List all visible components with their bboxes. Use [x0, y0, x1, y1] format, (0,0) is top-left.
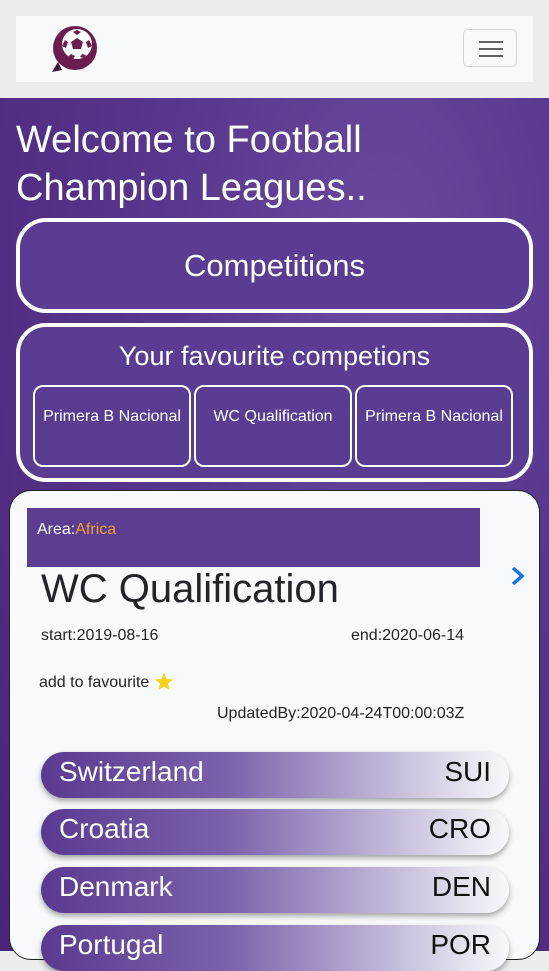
favourites-panel: Your favourite competions Primera B Naci… — [16, 323, 533, 482]
welcome-heading: Welcome to Football Champion Leagues.. — [16, 119, 367, 209]
start-date: start:2019-08-16 — [41, 627, 159, 644]
favourite-item[interactable]: Primera B Nacional — [355, 385, 513, 467]
hamburger-menu-icon — [479, 41, 503, 43]
team-name: Croatia — [59, 813, 150, 844]
football-logo-icon[interactable] — [48, 24, 98, 74]
star-icon[interactable] — [154, 672, 174, 692]
area-bar: Area:Africa — [27, 508, 480, 567]
team-code: CRO — [428, 813, 491, 844]
team-code: DEN — [431, 871, 491, 902]
competitions-button[interactable]: Competitions — [16, 218, 533, 313]
end-date: end:2020-06-14 — [351, 627, 464, 644]
area-label: Area: — [37, 521, 76, 538]
favourites-title: Your favourite competions — [118, 341, 431, 371]
chevron-right-icon[interactable] — [508, 565, 528, 587]
competition-title: WC Qualification — [41, 567, 339, 611]
team-row[interactable]: Denmark DEN — [41, 867, 509, 913]
team-code: SUI — [444, 756, 491, 787]
team-row[interactable]: Portugal POR — [41, 925, 509, 971]
team-name: Portugal — [59, 929, 164, 960]
favourite-item[interactable]: WC Qualification — [194, 385, 352, 467]
team-name: Denmark — [59, 871, 173, 902]
team-name: Switzerland — [59, 756, 204, 787]
team-row[interactable]: Switzerland SUI — [41, 752, 509, 798]
add-to-favourite-link[interactable]: add to favourite — [39, 674, 149, 692]
favourite-item[interactable]: Primera B Nacional — [33, 385, 191, 467]
menu-toggle-button[interactable] — [463, 29, 517, 67]
updated-timestamp: UpdatedBy:2020-04-24T00:00:03Z — [217, 705, 465, 722]
competition-card: Area:Africa WC Qualification start:2019-… — [9, 490, 540, 971]
team-code: POR — [430, 929, 491, 960]
navbar — [16, 16, 533, 82]
area-value: Africa — [75, 521, 117, 538]
team-row[interactable]: Croatia CRO — [41, 809, 509, 855]
